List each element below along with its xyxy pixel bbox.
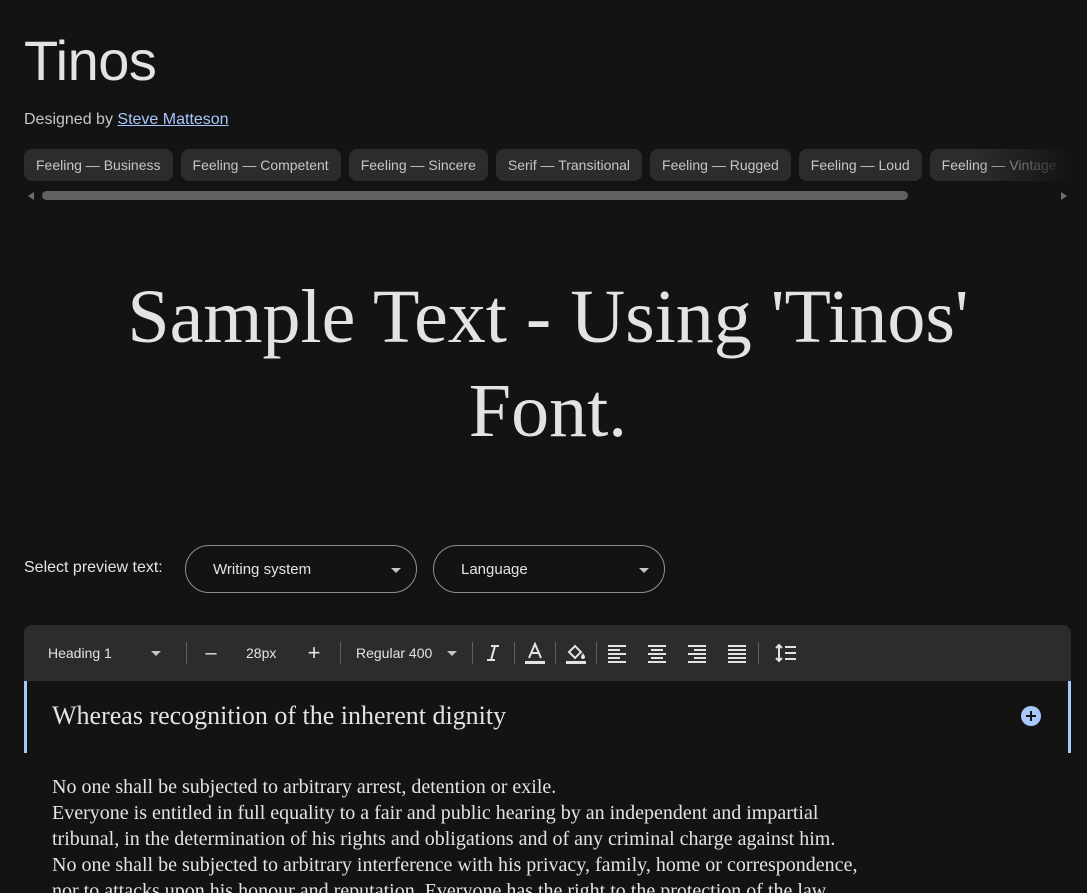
chevron-down-icon xyxy=(151,651,161,656)
body-line: Everyone is entitled in full equality to… xyxy=(52,802,819,824)
line-height-icon[interactable] xyxy=(774,641,798,665)
designed-by-label: Designed by xyxy=(24,111,113,128)
writing-system-value: Writing system xyxy=(213,561,312,578)
preview-text-label: Select preview text: xyxy=(24,559,163,576)
toolbar-divider xyxy=(340,642,341,664)
tag-scrollbar[interactable] xyxy=(24,190,1071,202)
tag-chip[interactable]: Serif — Transitional xyxy=(495,149,643,181)
italic-icon[interactable] xyxy=(481,641,505,665)
align-center-icon[interactable] xyxy=(645,641,669,665)
toolbar-divider xyxy=(472,642,473,664)
toolbar-divider xyxy=(758,642,759,664)
toolbar-divider xyxy=(555,642,556,664)
body-line: tribunal, in the determination of his ri… xyxy=(52,828,836,850)
tag-chip[interactable]: Feeling — Competent xyxy=(180,149,341,181)
tag-list: Feeling — Business Feeling — Competent Fee… xyxy=(24,149,1087,182)
toolbar-divider xyxy=(514,642,515,664)
scroll-right-arrow-icon[interactable] xyxy=(1061,192,1067,200)
weight-select-value: Regular 400 xyxy=(356,645,433,661)
sample-text: Sample Text - Using 'Tinos' Font. xyxy=(127,275,969,453)
designer-link[interactable]: Steve Matteson xyxy=(117,111,228,128)
align-justify-icon[interactable] xyxy=(725,641,749,665)
decrease-size-button[interactable]: – xyxy=(202,625,220,681)
chevron-down-icon xyxy=(639,568,649,573)
body-line: nor to attacks upon his honour and reput… xyxy=(52,880,827,893)
align-right-icon[interactable] xyxy=(685,641,709,665)
body-line: No one shall be subjected to arbitrary a… xyxy=(52,776,557,798)
font-size-value[interactable]: 28px xyxy=(246,625,276,681)
scroll-left-arrow-icon[interactable] xyxy=(28,192,34,200)
style-select-value: Heading 1 xyxy=(48,645,112,661)
increase-size-button[interactable]: + xyxy=(305,625,323,681)
language-value: Language xyxy=(461,561,528,578)
body-paragraph[interactable]: No one shall be subjected to arbitrary a… xyxy=(52,774,972,893)
language-select[interactable]: Language xyxy=(433,545,665,593)
heading-block[interactable]: Whereas recognition of the inherent dign… xyxy=(24,681,1071,753)
editor-toolbar: Heading 1 – 28px + Regular 400 xyxy=(24,625,1071,681)
scrollbar-thumb[interactable] xyxy=(42,191,908,200)
align-left-icon[interactable] xyxy=(605,641,629,665)
writing-system-select[interactable]: Writing system xyxy=(185,545,417,593)
body-line: No one shall be subjected to arbitrary i… xyxy=(52,854,858,876)
toolbar-divider xyxy=(186,642,187,664)
heading-text[interactable]: Whereas recognition of the inherent dign… xyxy=(52,701,506,731)
add-block-button[interactable] xyxy=(1021,706,1041,726)
toolbar-divider xyxy=(596,642,597,664)
designer-line: Designed by Steve Matteson xyxy=(24,111,229,129)
chevron-down-icon xyxy=(447,651,457,656)
tag-fade-overlay xyxy=(977,149,1087,182)
text-editor: Heading 1 – 28px + Regular 400 Whereas r… xyxy=(24,625,1071,893)
tag-chip[interactable]: Feeling — Sincere xyxy=(348,149,488,181)
text-color-icon[interactable] xyxy=(523,641,547,665)
font-title: Tinos xyxy=(24,29,157,92)
weight-select[interactable]: Regular 400 xyxy=(356,625,460,681)
chevron-down-icon xyxy=(391,568,401,573)
tag-chip[interactable]: Feeling — Rugged xyxy=(650,149,791,181)
style-select[interactable]: Heading 1 xyxy=(48,625,188,681)
highlight-color-icon[interactable] xyxy=(564,641,588,665)
tag-chip[interactable]: Feeling — Loud xyxy=(798,149,922,181)
tag-chip[interactable]: Feeling — Business xyxy=(24,149,173,181)
